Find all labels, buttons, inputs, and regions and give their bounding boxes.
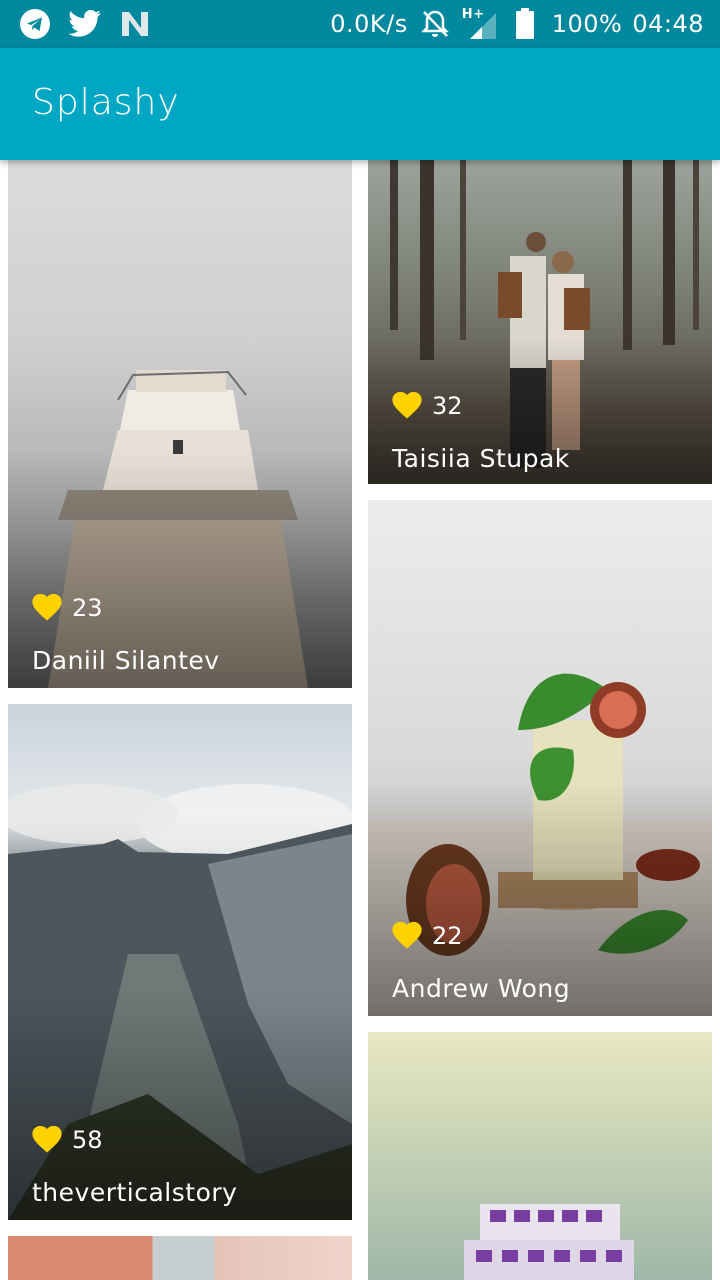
photo-image [368,1032,712,1280]
heart-icon [392,922,422,949]
likes: 32 [392,392,463,420]
heart-icon [32,1126,62,1153]
likes: 58 [32,1126,103,1154]
likes-count: 22 [432,922,463,950]
photo-card[interactable]: 23 Daniil Silantev [8,160,352,688]
likes-count: 23 [72,594,103,622]
heart-icon [32,594,62,621]
likes-count: 58 [72,1126,103,1154]
author-name[interactable]: Taisiia Stupak [392,444,570,473]
twitter-icon [68,7,102,41]
photo-card[interactable] [8,1236,352,1280]
signal-indicator: H+ [462,7,498,41]
battery-icon [508,7,542,41]
n-app-icon [118,7,152,41]
battery-percent: 100% [551,10,623,38]
photo-card[interactable]: 32 Taisiia Stupak [368,160,712,484]
status-bar: 0.0K/s H+ 100% 04:48 [0,0,720,48]
bell-off-icon [418,7,452,41]
author-name[interactable]: Daniil Silantev [32,646,220,675]
photo-image [8,1236,352,1280]
photo-card[interactable] [368,1032,712,1280]
app-bar: Splashy [0,48,720,160]
app-title: Splashy [32,82,180,123]
clock: 04:48 [632,10,704,38]
author-name[interactable]: theverticalstory [32,1178,237,1207]
likes: 22 [392,922,463,950]
likes: 23 [32,594,103,622]
heart-icon [392,392,422,419]
photo-card[interactable]: 58 theverticalstory [8,704,352,1220]
likes-count: 32 [432,392,463,420]
signal-icon [469,13,496,39]
network-speed: 0.0K/s [330,10,408,38]
telegram-icon [18,7,52,41]
author-name[interactable]: Andrew Wong [392,974,570,1003]
photo-card[interactable]: 22 Andrew Wong [368,500,712,1016]
